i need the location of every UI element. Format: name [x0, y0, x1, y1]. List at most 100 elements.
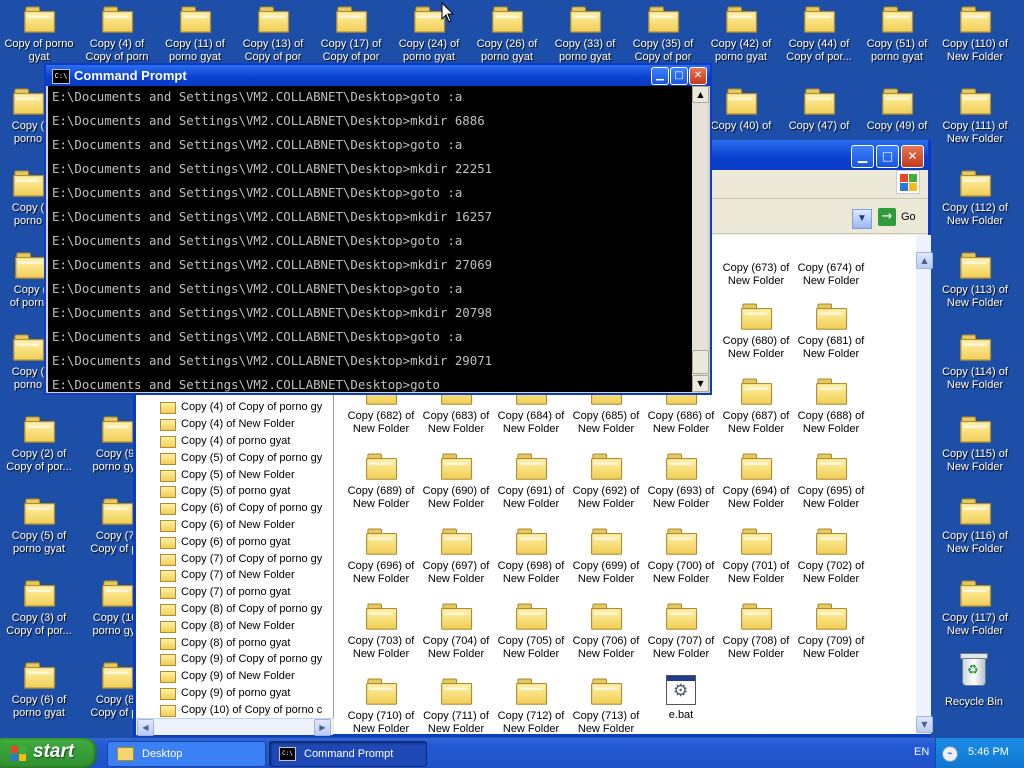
- folder-item[interactable]: Copy (691) of New Folder: [493, 453, 569, 511]
- folder-item[interactable]: Copy (692) of New Folder: [568, 453, 644, 511]
- cmd-title-bar[interactable]: C:\ Command Prompt ▁ □ ✕: [46, 65, 710, 86]
- cmd-console-output[interactable]: E:\Documents and Settings\VM2.COLLABNET\…: [48, 86, 694, 392]
- folder-item[interactable]: Copy (704) of New Folder: [418, 603, 494, 661]
- tree-item[interactable]: Copy (6) of porno gyat: [136, 533, 333, 550]
- tree-item[interactable]: Copy (5) of Copy of porno gy: [136, 449, 333, 466]
- folder-item[interactable]: Copy (695) of New Folder: [793, 453, 869, 511]
- desktop-folder-icon[interactable]: Copy (47) of: [781, 86, 857, 133]
- folder-item[interactable]: Copy (705) of New Folder: [493, 603, 569, 661]
- bat-file-item[interactable]: e.bat: [643, 675, 719, 723]
- minimize-button[interactable]: ▁: [651, 67, 669, 85]
- address-dropdown-button[interactable]: ▼: [852, 209, 872, 229]
- language-indicator[interactable]: EN: [914, 746, 929, 758]
- desktop-folder-icon[interactable]: Copy (4) of Copy of porn: [79, 4, 155, 64]
- folder-item[interactable]: Copy (673) of New Folder: [718, 262, 794, 288]
- folder-item[interactable]: Copy (674) of New Folder: [793, 262, 869, 288]
- recycle-bin[interactable]: Recycle Bin: [944, 653, 1004, 709]
- desktop-folder-icon[interactable]: Copy (13) of Copy of por: [235, 4, 311, 64]
- desktop-folder-icon[interactable]: Copy (116) of New Folder: [937, 496, 1013, 556]
- start-button[interactable]: start: [0, 738, 97, 768]
- desktop-folder-icon[interactable]: Copy (11) of porno gyat: [157, 4, 233, 64]
- folder-item[interactable]: Copy (688) of New Folder: [793, 378, 869, 436]
- folder-item[interactable]: Copy (699) of New Folder: [568, 528, 644, 586]
- tree-item[interactable]: Copy (10) of Copy of porno c: [136, 701, 333, 718]
- tree-item[interactable]: Copy (6) of Copy of porno gy: [136, 500, 333, 517]
- cmd-vertical-scrollbar[interactable]: ▲ ▼: [692, 86, 709, 392]
- tree-item[interactable]: Copy (4) of porno gyat: [136, 433, 333, 450]
- desktop-folder-icon[interactable]: Copy (3) of Copy of por...: [1, 578, 77, 638]
- scroll-up-button[interactable]: ▲: [692, 86, 709, 103]
- folder-item[interactable]: Copy (703) of New Folder: [343, 603, 419, 661]
- maximize-button[interactable]: □: [876, 145, 899, 168]
- tree-item[interactable]: Copy (9) of New Folder: [136, 668, 333, 685]
- folder-item[interactable]: Copy (709) of New Folder: [793, 603, 869, 661]
- clock[interactable]: 5:46 PM: [968, 746, 1009, 758]
- scroll-down-button[interactable]: ▼: [692, 375, 709, 392]
- close-button[interactable]: ✕: [689, 67, 707, 85]
- desktop-folder-icon[interactable]: Copy (111) of New Folder: [937, 86, 1013, 146]
- folder-item[interactable]: Copy (697) of New Folder: [418, 528, 494, 586]
- tree-item[interactable]: Copy (4) of New Folder: [136, 416, 333, 433]
- desktop-folder-icon[interactable]: Copy (40) of: [703, 86, 779, 133]
- content-vertical-scrollbar[interactable]: ▲ ▼: [916, 235, 933, 734]
- taskbar-item-command-prompt[interactable]: C:\ Command Prompt: [269, 741, 427, 767]
- desktop-folder-icon[interactable]: Copy (44) of Copy of por...: [781, 4, 857, 64]
- desktop-folder-icon[interactable]: Copy (117) of New Folder: [937, 578, 1013, 638]
- network-icon[interactable]: ⌁: [942, 746, 958, 762]
- desktop-folder-icon[interactable]: Copy (114) of New Folder: [937, 332, 1013, 392]
- tree-item[interactable]: Copy (9) of Copy of porno gy: [136, 651, 333, 668]
- scroll-right-button[interactable]: ▶: [314, 719, 331, 736]
- desktop-folder-icon[interactable]: Copy (51) of porno gyat: [859, 4, 935, 64]
- folder-item[interactable]: Copy (696) of New Folder: [343, 528, 419, 586]
- folder-item[interactable]: Copy (708) of New Folder: [718, 603, 794, 661]
- tree-item[interactable]: Copy (9) of porno gyat: [136, 685, 333, 702]
- folder-item[interactable]: Copy (706) of New Folder: [568, 603, 644, 661]
- folder-item[interactable]: Copy (700) of New Folder: [643, 528, 719, 586]
- desktop-folder-icon[interactable]: Copy (33) of porno gyat: [547, 4, 623, 64]
- desktop-folder-icon[interactable]: Copy (115) of New Folder: [937, 414, 1013, 474]
- close-button[interactable]: ✕: [901, 145, 924, 168]
- folder-item[interactable]: Copy (702) of New Folder: [793, 528, 869, 586]
- desktop-folder-icon[interactable]: Copy (26) of porno gyat: [469, 4, 545, 64]
- maximize-button[interactable]: □: [670, 67, 688, 85]
- folder-item[interactable]: Copy (687) of New Folder: [718, 378, 794, 436]
- desktop-folder-icon[interactable]: Copy (6) of porno gyat: [1, 660, 77, 720]
- scroll-up-button[interactable]: ▲: [916, 252, 933, 269]
- folder-item[interactable]: Copy (681) of New Folder: [793, 303, 869, 361]
- tree-item[interactable]: Copy (5) of New Folder: [136, 466, 333, 483]
- desktop-folder-icon[interactable]: Copy (17) of Copy of por: [313, 4, 389, 64]
- tree-item[interactable]: Copy (8) of porno gyat: [136, 634, 333, 651]
- tree-item[interactable]: Copy (7) of Copy of porno gy: [136, 550, 333, 567]
- tree-item[interactable]: Copy (5) of porno gyat: [136, 483, 333, 500]
- folder-item[interactable]: Copy (701) of New Folder: [718, 528, 794, 586]
- tree-item[interactable]: Copy (4) of Copy of porno gy: [136, 399, 333, 416]
- folder-item[interactable]: Copy (707) of New Folder: [643, 603, 719, 661]
- desktop-folder-icon[interactable]: Copy (110) of New Folder: [937, 4, 1013, 64]
- desktop-folder-icon[interactable]: Copy (49) of: [859, 86, 935, 133]
- taskbar-item-desktop[interactable]: Desktop: [107, 741, 266, 767]
- go-button[interactable]: → Go: [878, 208, 916, 226]
- scroll-left-button[interactable]: ◀: [137, 719, 154, 736]
- scroll-down-button[interactable]: ▼: [916, 716, 933, 733]
- desktop-folder-icon[interactable]: Copy (42) of porno gyat: [703, 4, 779, 64]
- tree-item[interactable]: Copy (8) of New Folder: [136, 617, 333, 634]
- tree-item[interactable]: Copy (8) of Copy of porno gy: [136, 601, 333, 618]
- desktop-folder-icon[interactable]: Copy (24) of porno gyat: [391, 4, 467, 64]
- desktop-folder-icon[interactable]: Copy (2) of Copy of por...: [1, 414, 77, 474]
- desktop-folder-icon[interactable]: Copy (35) of Copy of por: [625, 4, 701, 64]
- folder-item[interactable]: Copy (689) of New Folder: [343, 453, 419, 511]
- folder-item[interactable]: Copy (680) of New Folder: [718, 303, 794, 361]
- folder-item[interactable]: Copy (690) of New Folder: [418, 453, 494, 511]
- tree-horizontal-scrollbar[interactable]: ◀ ▶: [136, 718, 333, 736]
- folder-item[interactable]: Copy (694) of New Folder: [718, 453, 794, 511]
- tree-item[interactable]: Copy (7) of porno gyat: [136, 584, 333, 601]
- minimize-button[interactable]: ▁: [851, 145, 874, 168]
- folder-item[interactable]: Copy (710) of New Folder: [343, 678, 419, 736]
- desktop-folder-icon[interactable]: Copy of porno gyat: [1, 4, 77, 64]
- desktop-folder-icon[interactable]: Copy (113) of New Folder: [937, 250, 1013, 310]
- tree-item[interactable]: Copy (7) of New Folder: [136, 567, 333, 584]
- desktop-folder-icon[interactable]: Copy (5) of porno gyat: [1, 496, 77, 556]
- folder-item[interactable]: Copy (698) of New Folder: [493, 528, 569, 586]
- desktop-folder-icon[interactable]: Copy (112) of New Folder: [937, 168, 1013, 228]
- folder-item[interactable]: Copy (712) of New Folder: [493, 678, 569, 736]
